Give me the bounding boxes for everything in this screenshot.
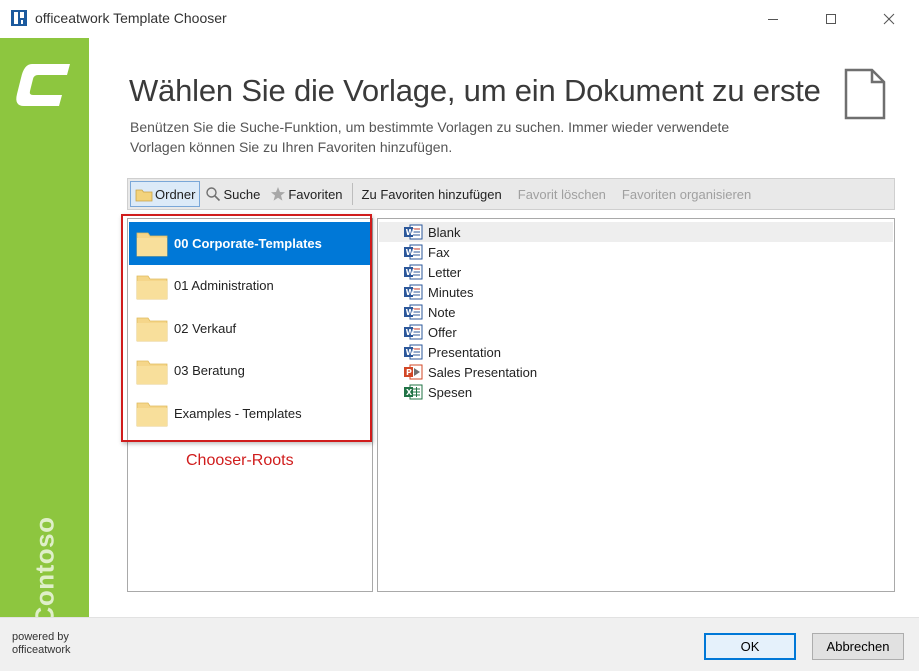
- word-template-icon: W: [404, 264, 423, 280]
- folder-icon: [136, 232, 168, 257]
- svg-text:W: W: [406, 328, 415, 337]
- powered-by-label: powered by officeatwork: [12, 631, 71, 656]
- app-icon: [11, 10, 27, 26]
- root-folder-item[interactable]: 03 Beratung: [129, 350, 371, 393]
- search-tab-button[interactable]: Suche: [200, 181, 265, 207]
- word-template-icon: W: [404, 244, 423, 260]
- template-item[interactable]: P Sales Presentation: [379, 362, 893, 382]
- template-list: W Blank W Fax W Letter W Minutes W Note …: [379, 222, 893, 402]
- root-folder-item[interactable]: 00 Corporate-Templates: [129, 222, 371, 265]
- cancel-button[interactable]: Abbrechen: [812, 633, 904, 660]
- template-item[interactable]: W Fax: [379, 242, 893, 262]
- folders-tab-button[interactable]: Ordner: [130, 181, 201, 207]
- favorites-tab-button[interactable]: Favoriten: [265, 181, 347, 207]
- word-template-icon: W: [404, 304, 423, 320]
- folder-icon: [135, 189, 153, 201]
- title-bar: officeatwork Template Chooser: [0, 0, 919, 38]
- word-template-icon: W: [404, 344, 423, 360]
- toolbar: Ordner Suche Favoriten Zu Favoriten hinz…: [127, 178, 895, 210]
- footer: powered by officeatwork OK Abbrechen: [0, 617, 919, 671]
- star-icon: [271, 187, 286, 201]
- folder-icon: [136, 360, 168, 385]
- root-folder-item[interactable]: 01 Administration: [129, 265, 371, 308]
- excel-template-icon: X: [404, 384, 423, 400]
- window-title: officeatwork Template Chooser: [35, 10, 227, 26]
- powerpoint-template-icon: P: [404, 364, 423, 380]
- template-item[interactable]: X Spesen: [379, 382, 893, 402]
- maximize-icon: [826, 14, 836, 24]
- svg-text:W: W: [406, 288, 415, 297]
- root-folder-item[interactable]: 02 Verkauf: [129, 307, 371, 350]
- sidebar: Contoso: [0, 38, 89, 625]
- folder-icon: [136, 402, 168, 427]
- page-title: Wählen Sie die Vorlage, um ein Dokument …: [129, 73, 821, 108]
- maximize-button[interactable]: [808, 0, 854, 38]
- svg-text:W: W: [406, 308, 415, 317]
- annotation-label: Chooser-Roots: [186, 452, 294, 469]
- page-description: Benützen Sie die Suche-Funktion, um best…: [130, 117, 830, 157]
- templates-panel[interactable]: W Blank W Fax W Letter W Minutes W Note …: [377, 218, 895, 592]
- template-item[interactable]: W Note: [379, 302, 893, 322]
- organize-favorites-button[interactable]: Favoriten organisieren: [617, 181, 756, 207]
- toolbar-divider: [351, 183, 353, 205]
- template-item[interactable]: W Letter: [379, 262, 893, 282]
- search-icon: [206, 187, 221, 202]
- ok-button[interactable]: OK: [704, 633, 796, 660]
- delete-favorite-button[interactable]: Favorit löschen: [513, 181, 611, 207]
- template-item[interactable]: W Presentation: [379, 342, 893, 362]
- chooser-roots-panel[interactable]: 00 Corporate-Templates 01 Administration…: [127, 218, 373, 592]
- template-item[interactable]: W Minutes: [379, 282, 893, 302]
- word-template-icon: W: [404, 284, 423, 300]
- c-logo-icon: [16, 64, 70, 106]
- svg-text:P: P: [406, 368, 412, 377]
- svg-text:X: X: [406, 388, 413, 397]
- folder-icon: [136, 275, 168, 300]
- svg-text:W: W: [406, 268, 415, 277]
- minimize-icon: [768, 19, 778, 20]
- word-template-icon: W: [404, 324, 423, 340]
- folder-icon: [136, 317, 168, 342]
- description-line-2: Vorlagen können Sie zu Ihren Favoriten h…: [130, 139, 453, 155]
- root-folder-list: 00 Corporate-Templates 01 Administration…: [129, 222, 371, 435]
- add-favorite-button[interactable]: Zu Favoriten hinzufügen: [357, 181, 507, 207]
- description-line-1: Benützen Sie die Suche-Funktion, um best…: [130, 119, 730, 135]
- svg-text:W: W: [406, 348, 415, 357]
- svg-text:W: W: [406, 228, 415, 237]
- word-template-icon: W: [404, 224, 423, 240]
- document-icon: [844, 68, 886, 120]
- root-folder-item[interactable]: Examples - Templates: [129, 392, 371, 435]
- template-item[interactable]: W Offer: [379, 322, 893, 342]
- template-item[interactable]: W Blank: [379, 222, 893, 242]
- minimize-button[interactable]: [750, 0, 796, 38]
- close-icon: [883, 13, 895, 25]
- svg-text:W: W: [406, 248, 415, 257]
- close-button[interactable]: [866, 0, 912, 38]
